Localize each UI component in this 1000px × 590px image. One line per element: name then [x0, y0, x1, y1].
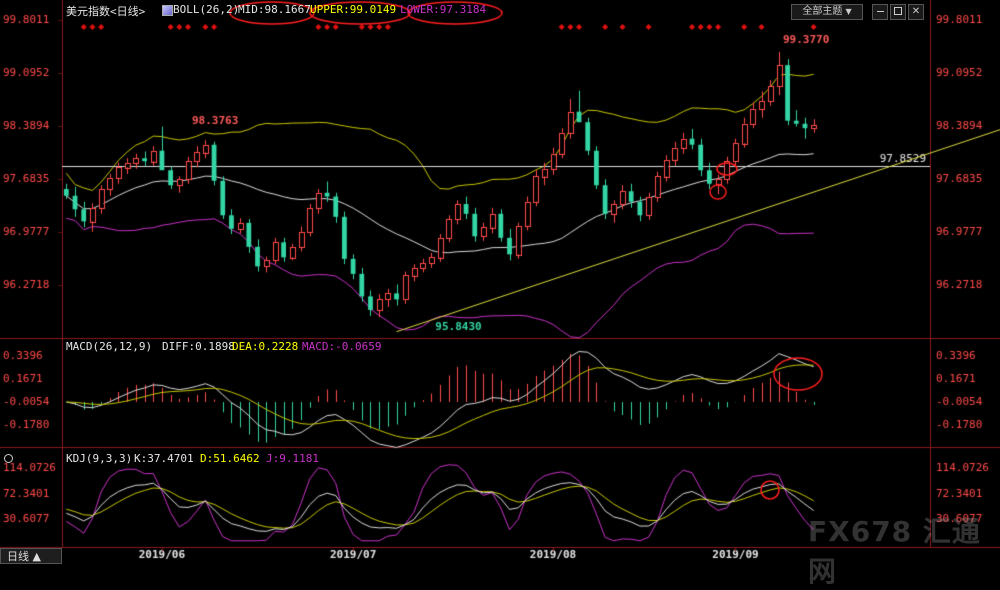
- theme-dropdown-label: 全部主题: [802, 6, 843, 17]
- chevron-down-icon: ▼: [845, 7, 852, 16]
- maximize-button[interactable]: [890, 4, 906, 20]
- kdj-d-value: D:51.6462: [200, 452, 260, 465]
- boll-label: BOLL(26,2): [173, 3, 240, 16]
- boll-icon: [162, 5, 173, 16]
- minimize-button[interactable]: [872, 4, 888, 20]
- kdj-toggle-icon[interactable]: [4, 454, 13, 463]
- maximize-icon: [894, 7, 902, 15]
- macd-dea-value: DEA:0.2228: [232, 340, 299, 353]
- watermark-logo: FX678 汇通网: [808, 515, 981, 588]
- kdj-j-value: J:9.1181: [266, 452, 319, 465]
- macd-title: MACD(26,12,9): [66, 340, 153, 353]
- kdj-title: KDJ(9,3,3): [66, 452, 133, 465]
- instrument-title: 美元指数<日线>: [66, 5, 146, 18]
- close-button[interactable]: ✕: [908, 4, 924, 20]
- close-icon: ✕: [911, 6, 921, 17]
- theme-dropdown[interactable]: 全部主题 ▼: [791, 4, 863, 20]
- macd-diff-value: DIFF:0.1898: [162, 340, 235, 353]
- minimize-icon: [876, 10, 884, 12]
- boll-upper-value: UPPER:99.0149: [310, 3, 397, 16]
- chart-canvas[interactable]: [0, 0, 1000, 565]
- kdj-k-value: K:37.4701: [134, 452, 194, 465]
- boll-mid-value: MID:98.1667: [238, 3, 311, 16]
- period-tab-daily[interactable]: 日线 ▲: [0, 548, 62, 564]
- boll-lower-value: LOWER:97.3184: [400, 3, 487, 16]
- macd-hist-value: MACD:-0.0659: [302, 340, 382, 353]
